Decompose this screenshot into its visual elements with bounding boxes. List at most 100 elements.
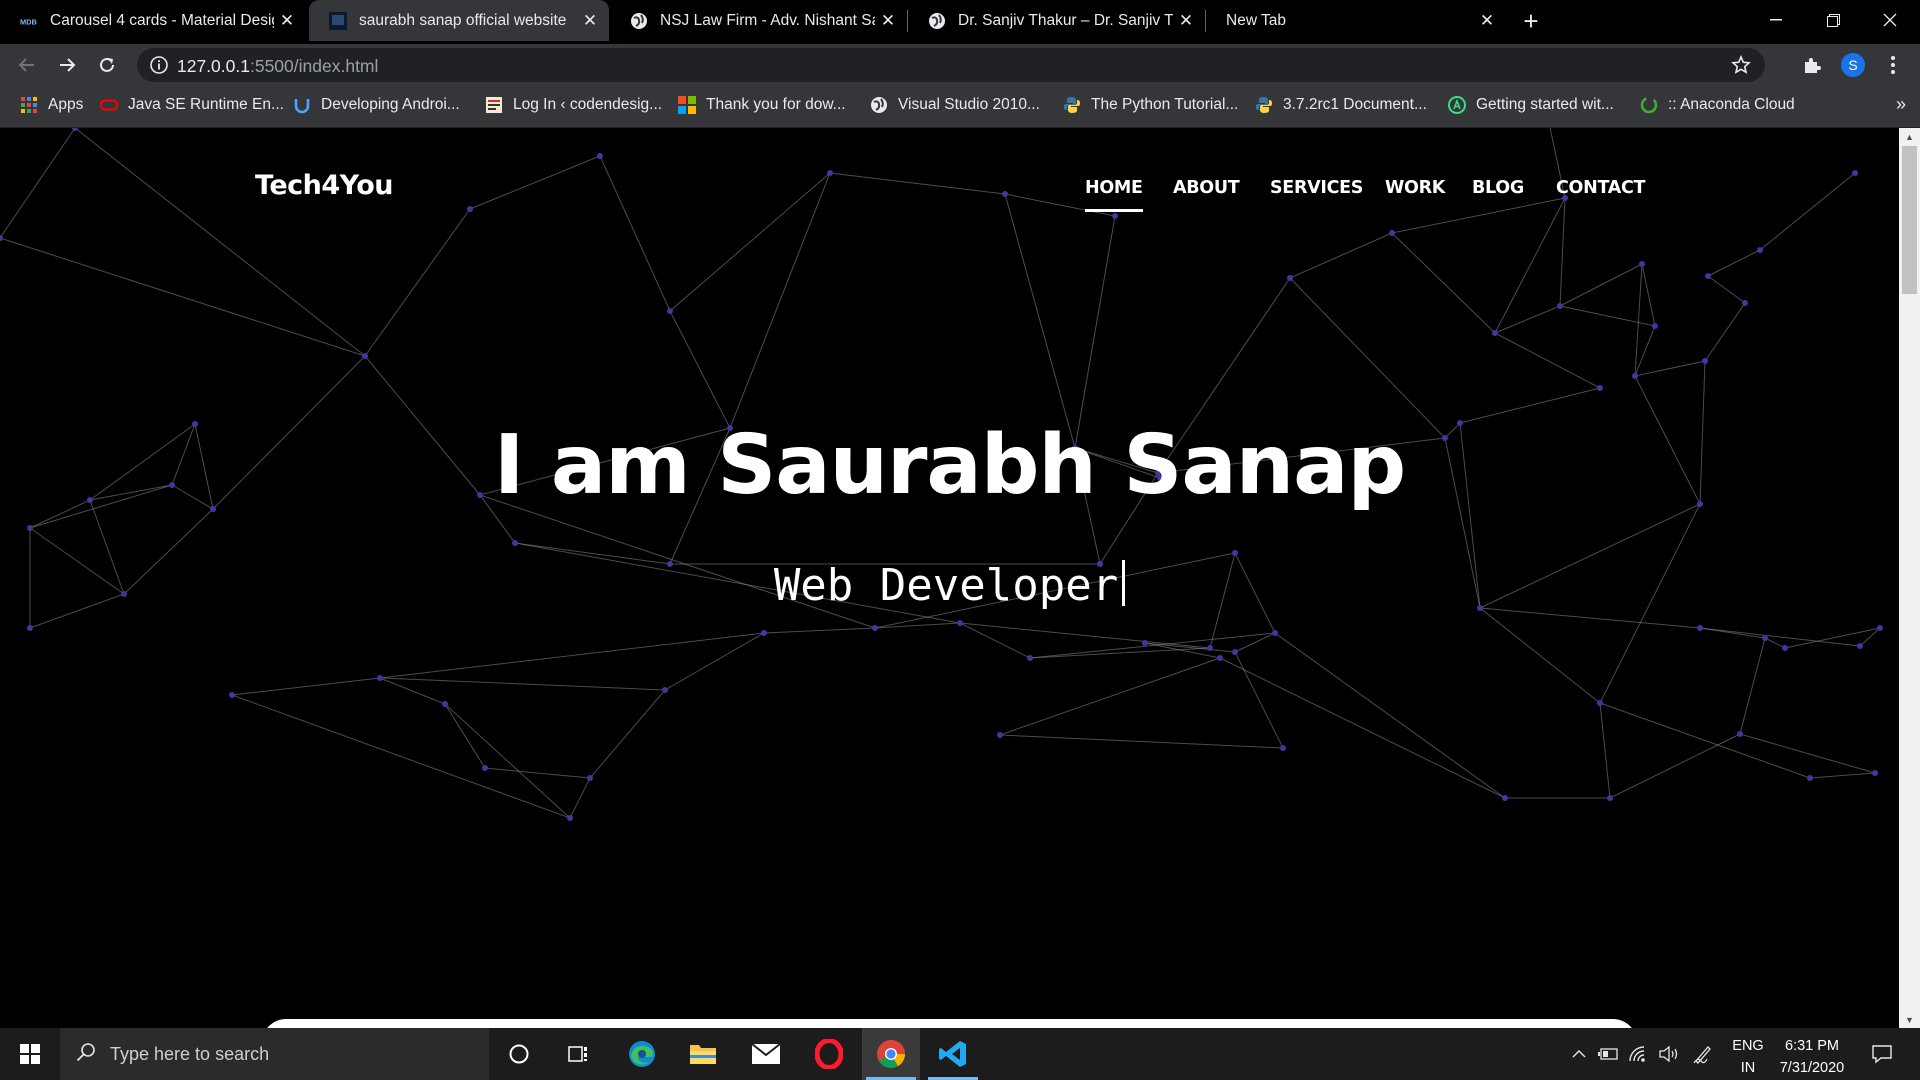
- start-button[interactable]: [0, 1028, 60, 1080]
- network-node: [27, 525, 33, 531]
- file-explorer-icon[interactable]: [674, 1028, 732, 1080]
- network-edge: [444, 703, 486, 769]
- profile-button[interactable]: S: [1836, 48, 1870, 82]
- close-icon[interactable]: ✕: [274, 8, 300, 34]
- menu-button[interactable]: [1876, 48, 1910, 82]
- clock-date: 7/31/2020: [1779, 1060, 1845, 1076]
- bookmark-anaconda[interactable]: :: Anaconda Cloud: [1640, 96, 1795, 114]
- network-node: [27, 625, 33, 631]
- address-bar[interactable]: 127.0.0.1:5500/index.html: [137, 48, 1765, 82]
- scroll-down-arrow-icon[interactable]: ▼: [1899, 1011, 1920, 1028]
- network-edge: [599, 155, 671, 312]
- minimize-button[interactable]: [1748, 0, 1804, 40]
- network-node: [1597, 385, 1603, 391]
- tab-nsj-law[interactable]: NSJ Law Firm - Adv. Nishant San ✕: [610, 0, 907, 41]
- bookmark-getting-started[interactable]: Getting started wit...: [1448, 96, 1614, 114]
- close-icon[interactable]: ✕: [577, 8, 603, 34]
- battery-icon[interactable]: [1596, 1028, 1622, 1080]
- network-edge: [1029, 632, 1276, 659]
- show-hidden-icons-button[interactable]: [1567, 1028, 1591, 1080]
- chrome-icon[interactable]: [862, 1028, 920, 1080]
- bookmark-visual-studio[interactable]: Visual Studio 2010...: [870, 96, 1040, 114]
- network-edge: [1234, 651, 1284, 749]
- network-edge: [484, 767, 591, 779]
- site-logo[interactable]: Tech4You: [255, 170, 394, 201]
- pen-workspace-icon[interactable]: [1690, 1028, 1716, 1080]
- network-edge: [1641, 263, 1656, 327]
- bookmark-star-icon[interactable]: [1731, 54, 1751, 80]
- network-edge: [231, 694, 571, 819]
- action-center-icon[interactable]: [1862, 1028, 1902, 1080]
- edge-icon[interactable]: [613, 1028, 671, 1080]
- forward-button[interactable]: [50, 48, 84, 82]
- tab-dr-sanjiv[interactable]: Dr. Sanjiv Thakur – Dr. Sanjiv Tha ✕: [908, 0, 1205, 41]
- nav-contact[interactable]: CONTACT: [1556, 178, 1645, 198]
- network-edge: [469, 155, 601, 210]
- forward-arrow-icon: [60, 58, 76, 72]
- network-node: [1757, 247, 1763, 253]
- tab-carousel[interactable]: MDB Carousel 4 cards - Material Desig ✕: [0, 0, 306, 41]
- vscode-icon[interactable]: [924, 1028, 982, 1080]
- nav-about[interactable]: ABOUT: [1173, 178, 1240, 198]
- network-edge: [1029, 647, 1211, 659]
- network-node: [1207, 645, 1213, 651]
- network-edge: [959, 622, 1031, 659]
- taskbar-search[interactable]: Type here to search: [60, 1028, 489, 1080]
- task-view-icon[interactable]: [550, 1028, 608, 1080]
- bookmark-python-tutorial[interactable]: The Python Tutorial...: [1063, 96, 1238, 114]
- bookmarks-overflow-button[interactable]: »: [1896, 94, 1906, 115]
- close-icon[interactable]: ✕: [1173, 8, 1199, 34]
- volume-icon[interactable]: [1656, 1028, 1682, 1080]
- language-indicator[interactable]: ENG IN: [1726, 1035, 1770, 1079]
- url-path: :5500/index.html: [249, 56, 379, 76]
- network-edge: [569, 777, 591, 819]
- hero-subtitle: Web Developer: [773, 560, 1119, 611]
- tab-title: Dr. Sanjiv Thakur – Dr. Sanjiv Tha: [958, 11, 1173, 29]
- close-icon[interactable]: ✕: [875, 8, 901, 34]
- back-button[interactable]: [10, 48, 44, 82]
- tab-saurabh-site[interactable]: saurabh sanap official website ✕: [309, 0, 609, 41]
- hero-title: I am Saurabh Sanap: [493, 418, 1406, 513]
- bookmark-developing-android[interactable]: Developing Androi...: [293, 96, 460, 114]
- globe-icon: [870, 96, 888, 114]
- page-scrollbar[interactable]: ▲ ▼: [1899, 128, 1920, 1028]
- bookmark-apps[interactable]: Apps: [20, 96, 83, 114]
- bookmark-java-se[interactable]: Java SE Runtime En...: [100, 96, 284, 114]
- network-edge: [231, 677, 381, 696]
- wifi-icon[interactable]: [1626, 1028, 1652, 1080]
- url-text[interactable]: 127.0.0.1:5500/index.html: [177, 56, 378, 77]
- network-node: [587, 775, 593, 781]
- network-edge: [1074, 215, 1116, 449]
- mail-icon[interactable]: [737, 1028, 795, 1080]
- clock[interactable]: 6:31 PM 7/31/2020: [1772, 1035, 1852, 1079]
- network-edge: [1274, 632, 1506, 799]
- bookmark-python-docs[interactable]: 3.7.2rc1 Document...: [1255, 96, 1427, 114]
- network-edge: [1704, 302, 1746, 362]
- network-edge: [379, 677, 666, 691]
- url-host: 127.0.0.1: [177, 56, 250, 76]
- bookmark-codendesign[interactable]: Log In ‹ codendesig...: [485, 96, 662, 114]
- close-icon[interactable]: ✕: [1474, 8, 1500, 34]
- network-edge: [364, 208, 471, 357]
- opera-icon[interactable]: [800, 1028, 858, 1080]
- new-tab-button[interactable]: +: [1516, 6, 1546, 36]
- close-window-button[interactable]: [1862, 0, 1918, 40]
- scroll-thumb[interactable]: [1902, 146, 1917, 294]
- restore-button[interactable]: [1805, 0, 1861, 40]
- scroll-up-arrow-icon[interactable]: ▲: [1899, 128, 1920, 145]
- nav-work[interactable]: WORK: [1385, 178, 1445, 198]
- reload-button[interactable]: [90, 48, 124, 82]
- network-edge: [1559, 263, 1643, 307]
- network-edge: [729, 172, 831, 429]
- network-edge: [959, 622, 1211, 649]
- tab-new-tab[interactable]: New Tab ✕: [1206, 0, 1506, 41]
- nav-home[interactable]: HOME: [1085, 178, 1143, 212]
- extensions-button[interactable]: [1795, 48, 1829, 82]
- info-icon[interactable]: [149, 55, 169, 80]
- network-edge: [1234, 632, 1276, 653]
- windows-taskbar: Type here to search ENG IN 6:31 PM 7/31/…: [0, 1028, 1920, 1080]
- cortana-icon[interactable]: [490, 1028, 548, 1080]
- bookmark-thank-you[interactable]: Thank you for dow...: [678, 96, 846, 114]
- nav-services[interactable]: SERVICES: [1270, 178, 1363, 198]
- nav-blog[interactable]: BLOG: [1472, 178, 1524, 198]
